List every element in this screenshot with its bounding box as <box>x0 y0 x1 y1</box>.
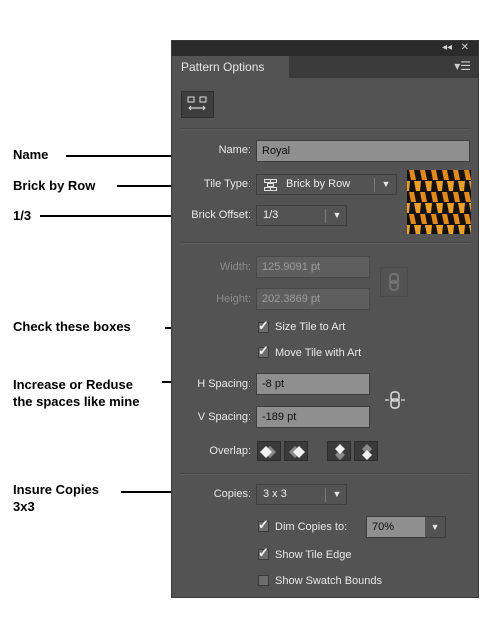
divider <box>181 242 471 244</box>
copies-value: 3 x 3 <box>263 488 287 500</box>
dim-copies-value[interactable]: 70% <box>372 517 394 537</box>
overlap-left-icon <box>260 446 276 458</box>
pattern-options-panel: ◂◂ ✕ Pattern Options ▾☰ Name: Royal Tile… <box>171 40 479 598</box>
v-spacing-label: V Spacing: <box>197 411 251 423</box>
link-chain-icon <box>389 273 399 291</box>
brick-offset-label: Brick Offset: <box>191 209 251 221</box>
show-tile-edge-label: Show Tile Edge <box>275 549 352 561</box>
link-width-height-button[interactable] <box>380 267 408 297</box>
brick-by-row-icon <box>264 179 277 191</box>
size-tile-to-art-checkbox[interactable]: ✓ <box>258 318 269 333</box>
chevron-down-icon: ▼ <box>332 210 342 220</box>
move-tile-with-art-checkbox[interactable]: ✓ <box>258 343 269 358</box>
name-input[interactable]: Royal <box>256 140 470 162</box>
copies-dropdown[interactable]: 3 x 3 ▼ <box>256 484 347 505</box>
divider <box>181 473 471 475</box>
checkmark-icon: ✓ <box>258 545 269 560</box>
overlap-top-icon <box>335 444 345 460</box>
panel-title-strip: ◂◂ ✕ <box>172 41 478 56</box>
annotation-copies-line2: 3x3 <box>13 499 35 514</box>
overlap-left-in-front-button[interactable] <box>257 441 281 461</box>
brick-offset-dropdown[interactable]: 1/3 ▼ <box>256 205 347 226</box>
panel-tab-bar: Pattern Options ▾☰ <box>172 56 478 78</box>
divider <box>181 128 471 130</box>
dim-copies-checkbox[interactable]: ✓ <box>258 517 269 532</box>
tile-type-label: Tile Type: <box>203 178 251 190</box>
tile-type-dropdown[interactable]: Brick by Row ▼ <box>256 174 397 195</box>
h-spacing-input[interactable]: -8 pt <box>256 373 370 395</box>
pattern-tile-tool-button[interactable] <box>181 91 214 118</box>
annotation-brick-offset: 1/3 <box>13 208 32 223</box>
pattern-swatch-preview <box>407 170 471 234</box>
chevron-down-icon: ▼ <box>381 179 391 189</box>
height-label: Height: <box>216 293 251 305</box>
double-chevron-left-icon[interactable]: ◂◂ <box>442 42 452 53</box>
annotation-name: Name <box>13 147 49 162</box>
name-label: Name: <box>218 144 251 156</box>
overlap-right-icon <box>289 446 305 458</box>
chevron-down-icon[interactable]: ▼ <box>425 517 445 537</box>
size-tile-to-art-label: Size Tile to Art <box>275 321 346 333</box>
annotation-spacing-line1: Increase or Reduse <box>13 377 133 392</box>
dim-copies-combo[interactable]: 70% ▼ <box>366 516 446 538</box>
spacing-link-icon[interactable] <box>383 388 407 412</box>
tile-type-value: Brick by Row <box>286 178 351 190</box>
show-swatch-bounds-checkbox[interactable] <box>258 575 269 586</box>
show-tile-edge-checkbox[interactable]: ✓ <box>258 545 269 560</box>
checkmark-icon: ✓ <box>258 517 269 532</box>
brick-offset-value: 1/3 <box>263 209 279 221</box>
panel-menu-icon[interactable]: ▾☰ <box>454 59 471 73</box>
tab-pattern-options[interactable]: Pattern Options <box>172 56 289 78</box>
overlap-right-in-front-button[interactable] <box>284 441 308 461</box>
show-swatch-bounds-label: Show Swatch Bounds <box>275 575 383 587</box>
close-icon[interactable]: ✕ <box>461 42 469 53</box>
pattern-tile-tool-icon <box>187 96 207 111</box>
annotation-brick-offset-line <box>40 215 179 217</box>
chevron-down-icon: ▼ <box>332 489 342 499</box>
copies-label: Copies: <box>213 488 251 500</box>
overlap-bottom-icon <box>362 444 372 460</box>
annotation-copies-line1: Insure Copies <box>13 482 99 497</box>
annotation-brick-by-row: Brick by Row <box>13 178 96 193</box>
annotation-check-boxes: Check these boxes <box>13 319 131 334</box>
annotation-spacing-line2: the spaces like mine <box>13 394 140 409</box>
move-tile-with-art-label: Move Tile with Art <box>275 347 362 359</box>
h-spacing-label: H Spacing: <box>197 378 251 390</box>
width-input[interactable]: 125.9091 pt <box>256 256 370 278</box>
height-input[interactable]: 202.3869 pt <box>256 288 370 310</box>
v-spacing-input[interactable]: -189 pt <box>256 406 370 428</box>
overlap-label: Overlap: <box>209 445 251 457</box>
checkmark-icon: ✓ <box>258 318 269 333</box>
overlap-top-in-front-button[interactable] <box>327 441 351 461</box>
dim-copies-label: Dim Copies to: <box>275 521 348 533</box>
width-label: Width: <box>219 261 251 273</box>
checkmark-icon: ✓ <box>258 343 269 358</box>
overlap-bottom-in-front-button[interactable] <box>354 441 378 461</box>
